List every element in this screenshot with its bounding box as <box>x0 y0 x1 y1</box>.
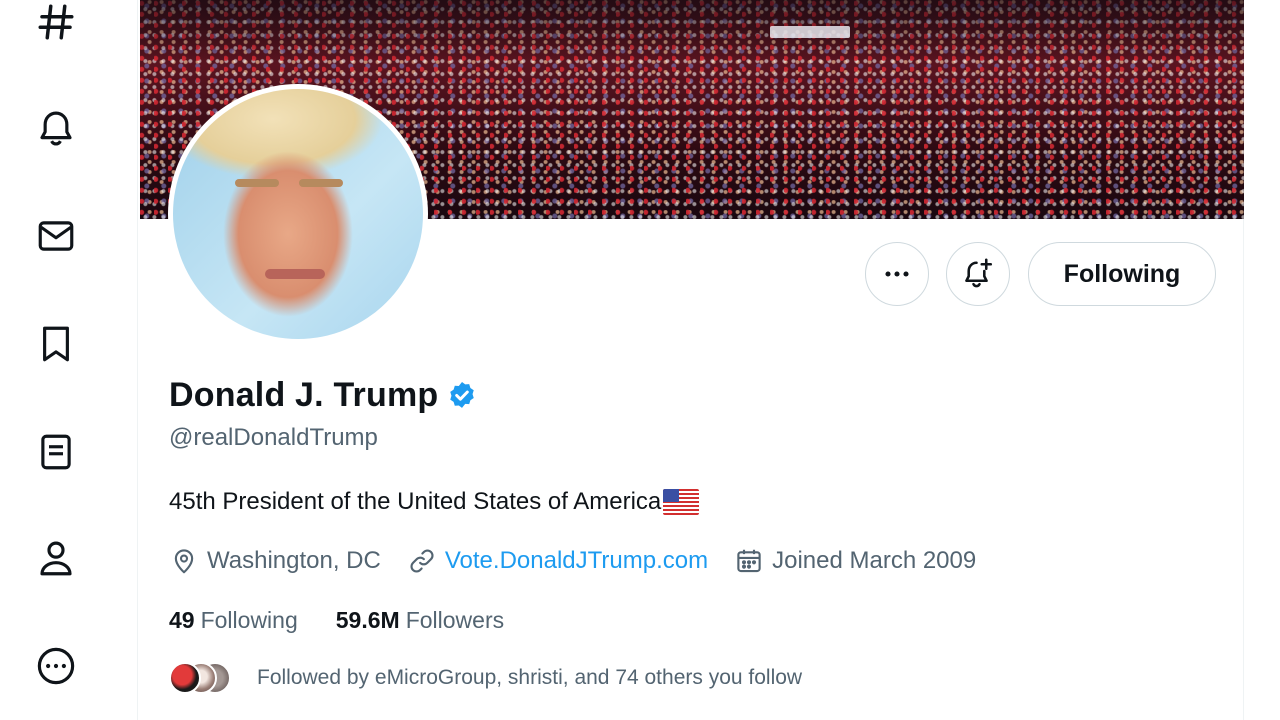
more-circle-icon <box>37 647 75 685</box>
location-pin-icon <box>174 549 194 574</box>
location-text: Washington, DC <box>207 547 381 574</box>
notifications-nav-button[interactable] <box>28 100 84 156</box>
website-link[interactable]: Vote.DonaldJTrump.com <box>445 547 708 575</box>
bookmarks-nav-button[interactable] <box>28 316 84 372</box>
list-icon <box>41 434 71 470</box>
flag-canton <box>663 489 680 502</box>
followers-label: Followers <box>405 607 505 633</box>
following-label: Following <box>200 607 298 633</box>
us-flag-emoji <box>663 489 700 515</box>
lists-nav-button[interactable] <box>28 424 84 480</box>
profile-display-name: Donald J. Trump <box>169 376 439 414</box>
profile-website: Vote.DonaldJTrump.com <box>407 546 708 576</box>
bookmark-icon <box>43 326 69 362</box>
following-button[interactable]: Following <box>1028 242 1216 306</box>
avatar-photo <box>173 89 423 339</box>
explore-nav-button[interactable] <box>28 0 84 50</box>
avatar <box>169 662 201 694</box>
followed-by-row[interactable]: Followed by eMicroGroup, shristi, and 74… <box>169 660 802 696</box>
followed-by-text: Followed by eMicroGroup, shristi, and 74… <box>257 666 803 689</box>
bio-text: 45th President of the United States of A… <box>169 488 662 515</box>
banner-stage <box>770 26 850 38</box>
sidebar-nav <box>0 0 112 720</box>
profile-column: Following Donald J. Trump @realDonaldTru… <box>137 0 1244 720</box>
more-actions-button[interactable] <box>865 242 929 306</box>
more-nav-button[interactable] <box>28 638 84 694</box>
profile-stats: 49 Following 59.6M Followers <box>169 607 542 634</box>
profile-meta: Washington, DC Vote.DonaldJTrump.com Joi… <box>169 546 1002 576</box>
avatar-mouth <box>265 269 325 279</box>
profile-location: Washington, DC <box>169 546 381 576</box>
banner-haze <box>140 0 1244 60</box>
profile-name-row: Donald J. Trump <box>169 376 478 415</box>
ellipsis-icon <box>885 271 909 277</box>
notify-button[interactable] <box>946 242 1010 306</box>
mail-icon <box>38 221 74 251</box>
link-icon <box>410 549 434 573</box>
profile-avatar[interactable] <box>168 84 428 344</box>
messages-nav-button[interactable] <box>28 208 84 264</box>
profile-handle: @realDonaldTrump <box>169 424 378 451</box>
profile-joined: Joined March 2009 <box>734 546 976 576</box>
followed-by-avatars <box>169 660 241 696</box>
followers-count: 59.6M <box>335 607 400 633</box>
bell-plus-icon <box>965 258 993 288</box>
person-icon <box>40 541 72 576</box>
avatar-brow-left <box>235 179 279 187</box>
profile-nav-button[interactable] <box>28 530 84 586</box>
hash-icon <box>38 4 74 40</box>
verified-badge-icon[interactable] <box>446 380 478 412</box>
profile-bio: 45th President of the United States of A… <box>169 488 700 516</box>
followers-count-link[interactable]: 59.6M Followers <box>336 607 504 634</box>
avatar-brow-right <box>299 179 343 187</box>
following-count-link[interactable]: 49 Following <box>169 607 298 634</box>
following-count: 49 <box>169 607 195 633</box>
bell-icon <box>40 111 72 146</box>
calendar-icon <box>737 549 761 573</box>
joined-text: Joined March 2009 <box>772 547 977 574</box>
